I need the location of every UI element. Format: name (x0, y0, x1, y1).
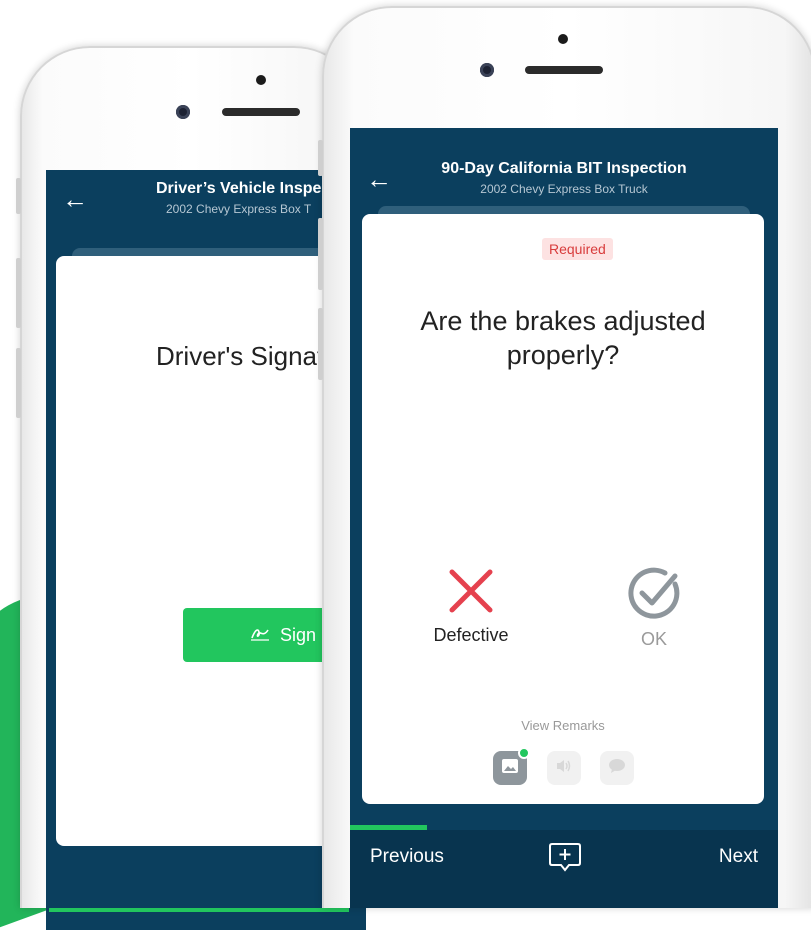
defective-label: Defective (433, 625, 509, 645)
side-button (318, 218, 323, 290)
photo-icon (501, 758, 519, 779)
nav-bar: ← 90-Day California BIT Inspection 2002 … (350, 128, 778, 208)
defective-option[interactable]: Defective (426, 568, 516, 646)
audio-remark-button[interactable] (547, 751, 581, 785)
earpiece-speaker (222, 108, 300, 116)
ok-label: OK (640, 629, 667, 649)
comment-remark-button[interactable] (600, 751, 634, 785)
earpiece-speaker (525, 66, 603, 74)
check-circle-icon (625, 567, 683, 626)
ok-option[interactable]: OK (614, 564, 694, 650)
add-note-button[interactable] (548, 842, 582, 878)
nav-subtitle: 2002 Chevy Express Box Truck (480, 182, 648, 196)
side-button (16, 258, 21, 328)
nav-title: 90-Day California BIT Inspection (441, 160, 687, 177)
photo-remark-button[interactable] (493, 747, 530, 785)
front-camera (176, 105, 190, 119)
view-remarks-link[interactable]: View Remarks (362, 718, 764, 733)
x-icon (448, 569, 494, 618)
question-text: Are the brakes adjusted properly? (420, 306, 706, 370)
previous-button[interactable]: Previous (370, 846, 444, 868)
side-button (16, 348, 21, 418)
next-button[interactable]: Next (719, 846, 758, 868)
nav-subtitle: 2002 Chevy Express Box T (166, 202, 312, 216)
sign-button-label: Sign (279, 624, 317, 645)
add-comment-icon (548, 843, 582, 877)
side-button (318, 140, 323, 176)
required-badge: Required (542, 238, 613, 260)
signature-pen-icon (250, 624, 270, 647)
front-sensor (256, 75, 266, 85)
back-arrow-icon[interactable]: ← (62, 186, 88, 212)
front-screen: ← 90-Day California BIT Inspection 2002 … (350, 128, 778, 908)
comment-icon (608, 758, 626, 779)
front-sensor (558, 34, 568, 44)
audio-icon (555, 758, 573, 779)
side-button (16, 178, 21, 214)
front-camera (480, 63, 494, 77)
phone-back: ← Driver’s Vehicle Inspe 2002 Chevy Expr… (16, 46, 366, 930)
signature-heading: Driver's Signat (156, 341, 325, 371)
question-card: Required Are the brakes adjusted properl… (362, 214, 764, 804)
bottom-navigation: Previous Next (350, 830, 778, 908)
phone-front: ← 90-Day California BIT Inspection 2002 … (318, 6, 811, 908)
side-button (318, 308, 323, 380)
nav-title: Driver’s Vehicle Inspe (156, 180, 322, 197)
progress-bar (49, 908, 349, 912)
new-remark-badge (518, 747, 530, 759)
